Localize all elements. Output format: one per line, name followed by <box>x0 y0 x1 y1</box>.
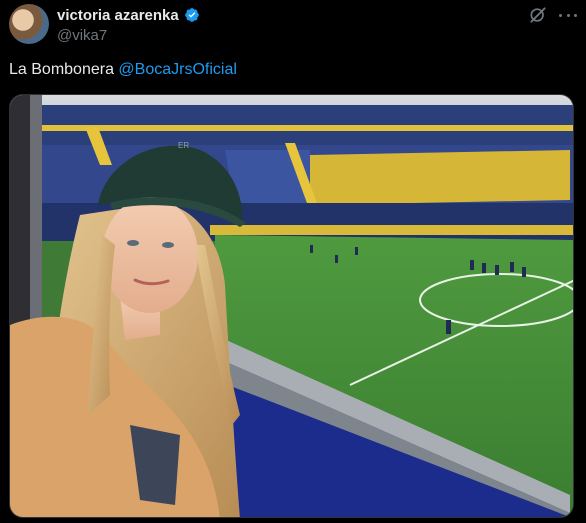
post-photo[interactable]: ER <box>9 94 574 518</box>
author-name-row: victoria azarenka <box>57 6 200 24</box>
post-body-text: La Bombonera <box>9 61 119 78</box>
svg-text:ER: ER <box>178 141 189 150</box>
author-display-name[interactable]: victoria azarenka <box>57 7 179 24</box>
author-handle[interactable]: @vika7 <box>57 27 107 44</box>
author-avatar[interactable] <box>9 4 49 44</box>
more-options-icon[interactable] <box>558 8 578 22</box>
post-text: La Bombonera @BocaJrsOficial <box>9 61 237 79</box>
grok-icon[interactable] <box>528 5 548 25</box>
mention-link[interactable]: @BocaJrsOficial <box>118 61 237 78</box>
verified-badge-icon <box>184 8 199 22</box>
stadium-selfie-image: ER <box>10 95 573 517</box>
